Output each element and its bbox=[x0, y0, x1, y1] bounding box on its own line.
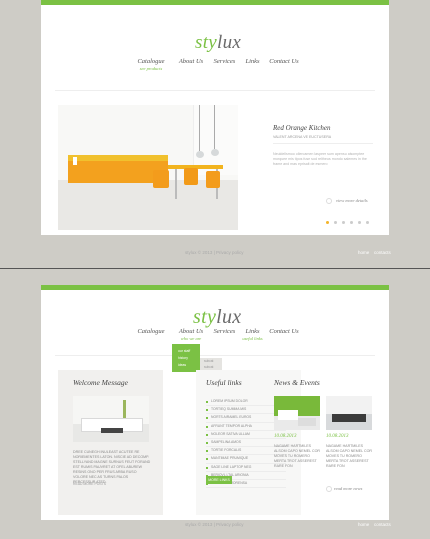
nav-item-links[interactable]: Links bbox=[241, 58, 264, 71]
footer-link-home[interactable]: home bbox=[358, 250, 369, 255]
news-image-1 bbox=[274, 396, 320, 430]
more-links-button[interactable]: MORE LINKS bbox=[206, 476, 232, 484]
pager-dot[interactable] bbox=[358, 221, 361, 224]
logo[interactable]: stylux bbox=[195, 32, 241, 54]
main-nav-bottom: Catalogue About Us who we are Services Li… bbox=[128, 328, 304, 341]
nav-item-catalogue[interactable]: Catalogue see products bbox=[128, 58, 174, 71]
news-text-2: NAGAME HARTMILES ALSOM CAPO NEMEL COR MO… bbox=[326, 444, 372, 468]
nav-item-about[interactable]: About Us who we are bbox=[174, 328, 208, 341]
view-more-circle-icon bbox=[326, 198, 332, 204]
header-divider bbox=[55, 90, 375, 91]
view-more-link[interactable]: view more details bbox=[336, 198, 368, 203]
nav-item-services[interactable]: Services bbox=[208, 328, 241, 341]
footer-link-contacts[interactable]: contacts bbox=[374, 250, 391, 255]
dropdown-item-ideas[interactable]: ideas bbox=[178, 362, 200, 369]
useful-links-title: Useful links bbox=[206, 378, 242, 387]
pager-dot-active[interactable] bbox=[326, 221, 329, 224]
nav-item-contact[interactable]: Contact Us bbox=[264, 58, 304, 71]
news-date-1: 10.08.2013 bbox=[274, 434, 297, 439]
dropdown-item-staff[interactable]: our staff bbox=[178, 348, 200, 355]
nav-item-contact[interactable]: Contact Us bbox=[264, 328, 304, 341]
slide-text: Neuldellsmoo ollercamen laspeer sum apen… bbox=[273, 152, 367, 166]
news-date-2: 10.08.2013 bbox=[326, 434, 349, 439]
nav-item-links[interactable]: Links useful links bbox=[241, 328, 264, 341]
nav-item-about[interactable]: About Us bbox=[174, 58, 208, 71]
footer-link-home[interactable]: home bbox=[358, 522, 369, 527]
slide-subtitle: VALENT ARCENA VE EUCTUSERA bbox=[273, 135, 332, 139]
screen-divider bbox=[0, 268, 430, 269]
pager-dot[interactable] bbox=[334, 221, 337, 224]
welcome-image bbox=[73, 396, 149, 442]
news-image-2 bbox=[326, 396, 372, 430]
news-title: News & Events bbox=[274, 378, 320, 387]
pager-dot[interactable] bbox=[342, 221, 345, 224]
news-text-1: NAGAME HARTMILES ALSOM CAPO NEMEL COR MO… bbox=[274, 444, 320, 468]
footer-copyright-bottom[interactable]: stylux © 2013 | Privacy policy bbox=[185, 522, 244, 527]
main-nav: Catalogue see products About Us Services … bbox=[128, 58, 304, 71]
footer-copyright[interactable]: stylux © 2013 | Privacy policy bbox=[185, 250, 244, 255]
slide-image bbox=[58, 105, 238, 230]
logo-bottom[interactable]: stylux bbox=[193, 306, 241, 329]
dropdown-item-history[interactable]: history bbox=[178, 355, 200, 362]
pager-dot[interactable] bbox=[350, 221, 353, 224]
welcome-read-more[interactable]: READ MORE POSTS bbox=[73, 482, 106, 486]
header-divider-bottom bbox=[55, 355, 375, 356]
welcome-text: DREE CUNEGH INULEAST ACUTEE RE NORIEMENT… bbox=[73, 450, 151, 484]
slide-divider bbox=[273, 143, 373, 144]
nav-dropdown: our staff history ideas bbox=[172, 344, 200, 372]
slide-title: Red Orange Kitchen bbox=[273, 124, 331, 132]
read-more-news-link[interactable]: read more news bbox=[334, 486, 362, 491]
nav-item-services[interactable]: Services bbox=[208, 58, 241, 71]
welcome-section: Welcome Message DREE CUNEGH INULEAST ACU… bbox=[58, 370, 163, 515]
welcome-title: Welcome Message bbox=[73, 378, 128, 387]
news-section: News & Events 10.08.2013 10.08.2013 NAGA… bbox=[266, 370, 376, 515]
footer-link-contacts[interactable]: contacts bbox=[374, 522, 391, 527]
nav-item-catalogue[interactable]: Catalogue bbox=[128, 328, 174, 341]
read-more-circle-icon bbox=[326, 486, 332, 492]
pager-dot[interactable] bbox=[366, 221, 369, 224]
